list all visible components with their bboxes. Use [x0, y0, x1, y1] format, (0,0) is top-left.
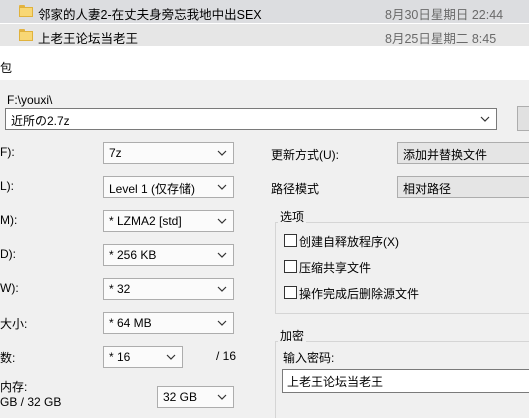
delete-after-checkbox[interactable]	[284, 286, 297, 299]
path-mode-value: 相对路径	[403, 182, 452, 196]
sfx-checkbox-label[interactable]: 创建自释放程序(X)	[299, 233, 399, 250]
method-label: M):	[0, 213, 18, 227]
chevron-down-icon	[166, 354, 176, 360]
dictionary-combo[interactable]: * 256 KB	[103, 244, 234, 266]
update-mode-label: 更新方式(U):	[271, 148, 339, 162]
file-name: 邻家的人妻2-在丈夫身旁忘我地中出SEX	[38, 8, 262, 22]
solid-block-value: * 64 MB	[109, 316, 152, 330]
dialog-title-bar[interactable]: 包	[0, 52, 529, 80]
archive-name-value: 近所の2.7z	[11, 114, 70, 128]
memory-limit-value: 32 GB	[163, 390, 198, 404]
file-date: 8月30日星期日 22:44	[385, 8, 504, 22]
file-row[interactable]: 邻家的人妻2-在丈夫身旁忘我地中出SEX 8月30日星期日 22:44	[0, 0, 529, 23]
memory-label: 内存:	[0, 380, 28, 394]
threads-value: * 16	[109, 350, 131, 364]
password-label: 输入密码:	[283, 351, 335, 365]
word-size-value: * 32	[109, 282, 131, 296]
file-name: 上老王论坛当老王	[38, 32, 139, 46]
method-value: * LZMA2 [std]	[109, 214, 182, 228]
threads-label: 数:	[0, 351, 16, 365]
dictionary-value: * 256 KB	[109, 248, 157, 262]
file-date: 8月25日星期二 8:45	[385, 32, 497, 46]
password-input[interactable]	[282, 369, 529, 393]
shared-files-checkbox[interactable]	[284, 260, 297, 273]
threads-combo[interactable]: * 16	[103, 346, 183, 368]
format-combo[interactable]: 7z	[103, 142, 234, 164]
file-row[interactable]: 上老王论坛当老王 8月25日星期二 8:45	[0, 24, 529, 46]
chevron-down-icon	[217, 184, 227, 190]
archive-path: F:\youxi\	[7, 93, 53, 107]
sfx-checkbox[interactable]	[284, 234, 297, 247]
chevron-down-icon	[217, 320, 227, 326]
level-combo[interactable]: Level 1 (仅存储)	[103, 176, 234, 198]
options-legend: 选项	[278, 208, 307, 225]
folder-icon	[19, 5, 33, 17]
chevron-down-icon[interactable]	[480, 115, 490, 123]
threads-total: / 16	[216, 349, 237, 363]
solid-block-label: 大小:	[0, 317, 28, 331]
chevron-down-icon	[217, 252, 227, 258]
dialog-title: 包	[0, 61, 13, 75]
word-size-label: W):	[0, 281, 19, 295]
encryption-legend: 加密	[278, 327, 307, 344]
format-value: 7z	[109, 146, 122, 160]
method-combo[interactable]: * LZMA2 [std]	[103, 210, 234, 232]
chevron-down-icon	[217, 394, 227, 400]
word-size-combo[interactable]: * 32	[103, 278, 234, 300]
solid-block-combo[interactable]: * 64 MB	[103, 312, 234, 334]
chevron-down-icon	[217, 286, 227, 292]
update-mode-combo[interactable]: 添加并替换文件	[397, 142, 529, 164]
path-mode-label: 路径模式	[271, 182, 320, 196]
folder-icon	[19, 29, 33, 41]
chevron-down-icon	[217, 218, 227, 224]
memory-limit-combo[interactable]: 32 GB	[157, 386, 234, 408]
level-label: L):	[0, 179, 15, 193]
archive-name-combo[interactable]: 近所の2.7z	[5, 108, 497, 130]
path-mode-combo[interactable]: 相对路径	[397, 176, 529, 198]
browse-button[interactable]	[517, 106, 529, 131]
memory-usage: GB / 32 GB	[0, 395, 62, 409]
level-value: Level 1 (仅存储)	[109, 182, 196, 196]
chevron-down-icon	[217, 150, 227, 156]
dictionary-label: D):	[0, 247, 16, 261]
update-mode-value: 添加并替换文件	[403, 148, 488, 162]
delete-after-checkbox-label[interactable]: 操作完成后删除源文件	[299, 285, 419, 302]
format-label: F):	[0, 145, 15, 159]
shared-files-checkbox-label[interactable]: 压缩共享文件	[299, 259, 371, 276]
